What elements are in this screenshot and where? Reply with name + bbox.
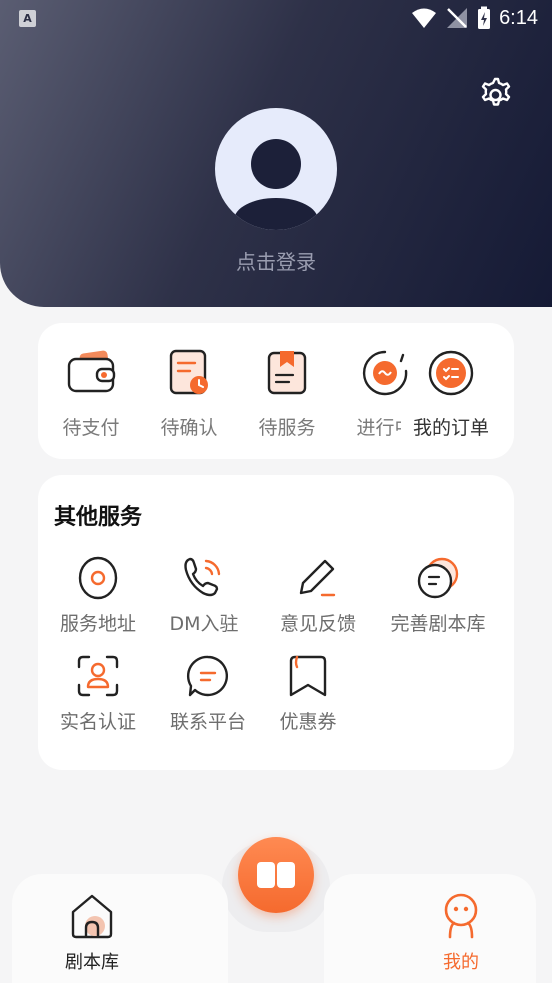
order-label: 待支付 bbox=[62, 417, 120, 439]
status-icons: 6:14 bbox=[411, 6, 538, 30]
no-signal-icon bbox=[447, 8, 468, 28]
nav-label: 我的 bbox=[443, 952, 479, 973]
bottom-nav-left: 剧本库 bbox=[12, 874, 228, 983]
order-label: 待确认 bbox=[160, 417, 218, 439]
bookmark-clipboard-icon bbox=[267, 351, 307, 395]
clock-document-icon bbox=[169, 349, 208, 395]
login-link[interactable]: 点击登录 bbox=[0, 246, 552, 275]
service-feedback[interactable]: 意见反馈 bbox=[258, 555, 378, 636]
battery-charging-icon bbox=[478, 6, 491, 29]
service-real-name-auth[interactable]: 实名认证 bbox=[38, 653, 158, 734]
my-orders-link[interactable]: 我的订单 bbox=[401, 347, 501, 440]
bottom-nav-right: 我的 bbox=[324, 874, 536, 983]
service-coupons[interactable]: 优惠券 bbox=[248, 653, 368, 734]
order-list-icon bbox=[425, 347, 477, 399]
center-action-button[interactable] bbox=[238, 837, 314, 913]
service-label: 优惠券 bbox=[279, 711, 337, 733]
location-icon bbox=[78, 556, 118, 600]
orders-card: 待支付 待确认 待服务 进行中 我的订单 bbox=[38, 323, 514, 459]
message-icon bbox=[186, 655, 228, 697]
service-label: DM入驻 bbox=[169, 613, 239, 635]
service-label: 实名认证 bbox=[59, 711, 136, 733]
order-label: 我的订单 bbox=[401, 413, 501, 440]
service-label: 完善剧本库 bbox=[390, 613, 486, 635]
status-bar: A 6:14 bbox=[0, 0, 552, 38]
default-avatar-icon bbox=[234, 139, 318, 230]
nav-label: 剧本库 bbox=[65, 952, 119, 973]
order-label: 待服务 bbox=[258, 417, 316, 439]
nav-tab-script-library[interactable]: 剧本库 bbox=[47, 892, 137, 974]
wifi-icon bbox=[412, 8, 437, 28]
service-address[interactable]: 服务地址 bbox=[38, 555, 158, 636]
other-services-card: 其他服务 服务地址 DM入驻 意见反馈 完善剧本库 实名认证 联系平台 优惠券 bbox=[38, 475, 514, 770]
service-improve-library[interactable]: 完善剧本库 bbox=[378, 555, 498, 636]
home-icon bbox=[71, 894, 113, 939]
nav-tab-mine[interactable]: 我的 bbox=[416, 892, 506, 974]
phone-icon bbox=[184, 557, 221, 597]
profile-header: A 6:14 点击登录 bbox=[0, 0, 552, 307]
status-time: 6:14 bbox=[499, 6, 538, 29]
coupon-icon bbox=[289, 655, 327, 697]
face-scan-icon bbox=[77, 655, 119, 697]
settings-gear-icon[interactable] bbox=[476, 76, 514, 114]
service-dm-join[interactable]: DM入驻 bbox=[144, 555, 264, 636]
pencil-icon bbox=[299, 559, 336, 597]
app-notification-icon: A bbox=[19, 10, 36, 27]
order-pending-confirm[interactable]: 待确认 bbox=[139, 347, 239, 440]
order-pending-service[interactable]: 待服务 bbox=[237, 347, 337, 440]
order-pending-payment[interactable]: 待支付 bbox=[41, 347, 141, 440]
chat-stack-icon bbox=[417, 557, 459, 599]
service-label: 服务地址 bbox=[59, 613, 136, 635]
section-title: 其他服务 bbox=[54, 505, 143, 530]
avatar[interactable] bbox=[215, 108, 337, 230]
book-open-icon bbox=[257, 862, 295, 888]
service-label: 意见反馈 bbox=[279, 613, 356, 635]
profile-icon bbox=[444, 893, 478, 939]
wallet-icon bbox=[67, 350, 116, 393]
